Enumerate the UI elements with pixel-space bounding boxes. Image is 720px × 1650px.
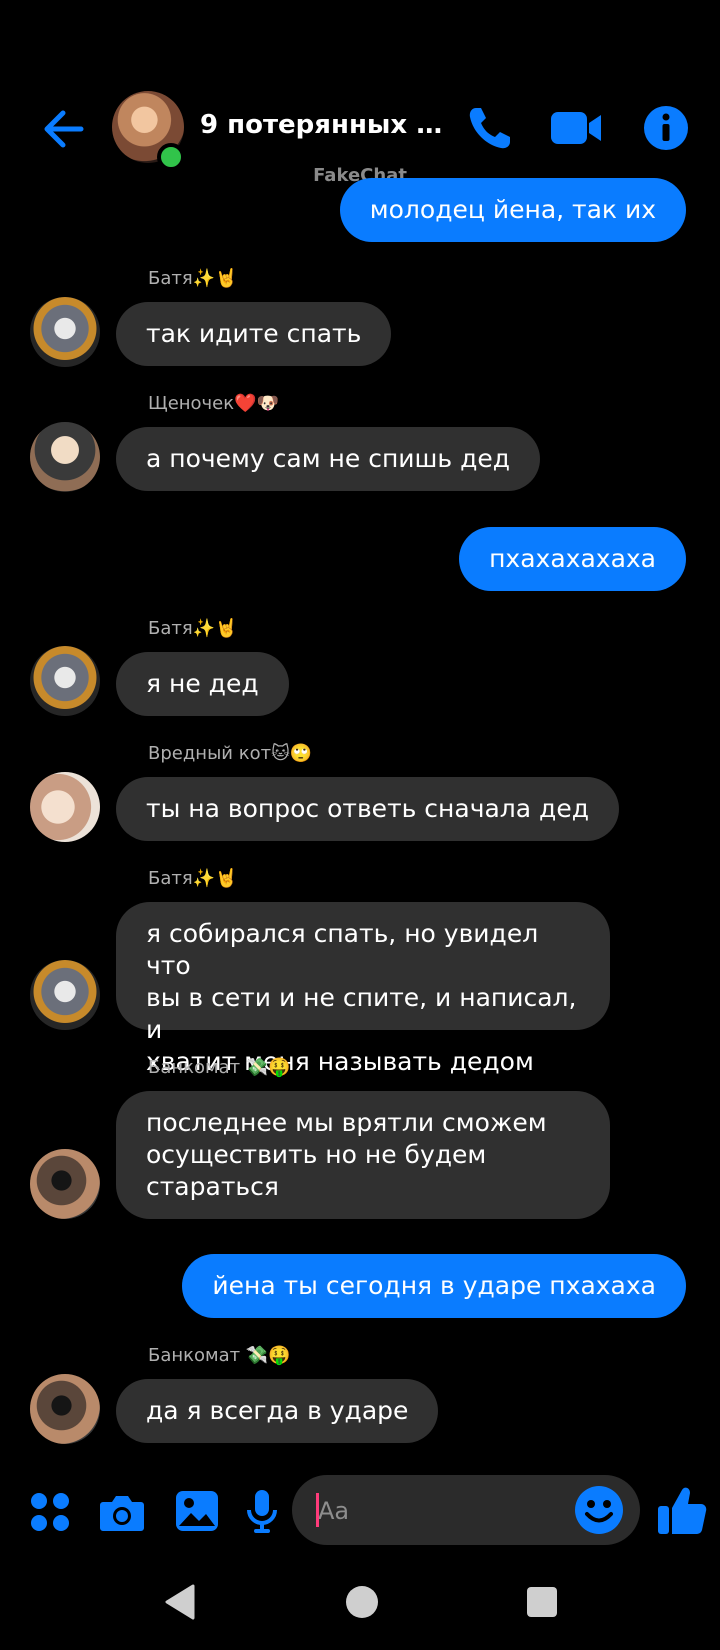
thumbs-up-icon [658,1487,707,1534]
incoming-message[interactable]: последнее мы врятли сможем осуществить н… [116,1091,610,1219]
incoming-message[interactable]: ты на вопрос ответь сначала дед [116,777,620,841]
apps-grid-icon [31,1493,69,1531]
text-cursor [316,1493,319,1527]
phone-icon [469,108,510,149]
sender-name: Банкомат 💸🤑 [148,1057,291,1078]
like-button[interactable] [654,1480,710,1540]
sender-name: Батя✨🤘 [148,868,238,889]
image-icon [176,1491,218,1531]
video-call-button[interactable] [545,102,607,154]
info-icon [644,106,688,150]
avatar[interactable] [30,646,100,716]
camera-icon [100,1496,144,1531]
incoming-message[interactable]: так идите спать [116,302,392,366]
outgoing-message[interactable]: молодец йена, так их [339,178,686,242]
message-input[interactable] [316,1475,560,1547]
incoming-message[interactable]: я не дед [116,652,289,716]
avatar[interactable] [30,772,100,842]
message-line: последнее мы врятли сможем [146,1108,547,1137]
message-field[interactable] [292,1475,640,1547]
avatar[interactable] [30,1374,100,1444]
microphone-icon [247,1490,277,1533]
message-line: вы в сети и не спите, и написал, и [146,983,577,1044]
message-line: осуществить но не будем [146,1140,487,1169]
sender-name: Банкомат 💸🤑 [148,1345,291,1366]
message-line: стараться [146,1172,279,1201]
avatar[interactable] [30,1149,100,1219]
video-camera-icon [551,112,601,144]
square-recents-icon [527,1587,557,1617]
system-navigation-bar [0,1560,720,1650]
apps-button[interactable] [28,1490,72,1534]
gallery-button[interactable] [172,1486,222,1536]
sender-name: Щеночек❤️🐶 [148,393,279,414]
triangle-back-icon [165,1584,195,1620]
voice-message-button[interactable] [244,1486,280,1536]
info-button[interactable] [640,102,692,154]
circle-home-icon [346,1586,378,1618]
camera-button[interactable] [98,1488,146,1536]
arrow-left-icon [44,110,84,148]
emoji-icon [575,1486,623,1534]
back-button[interactable] [38,104,88,154]
chat-title[interactable]: 9 потерянных де... [200,110,455,140]
emoji-button[interactable] [574,1485,624,1535]
sender-name: Батя✨🤘 [148,268,238,289]
chat-header: 9 потерянных де... FakeChat [0,0,720,200]
incoming-message[interactable]: да я всегда в ударе [116,1379,439,1443]
message-composer [0,1470,720,1550]
incoming-message[interactable]: я собирался спать, но увидел что вы в се… [116,902,610,1076]
outgoing-message[interactable]: йена ты сегодня в ударе пхахаха [182,1254,686,1318]
avatar[interactable] [30,960,100,1030]
sender-name: Батя✨🤘 [148,618,238,639]
call-button[interactable] [460,100,520,156]
avatar[interactable] [30,422,100,492]
nav-recents-button[interactable] [522,1580,562,1624]
nav-back-button[interactable] [160,1580,200,1624]
incoming-message[interactable]: а почему сам не спишь дед [116,427,541,491]
nav-home-button[interactable] [342,1580,382,1624]
sender-name: Вредный кот🐱🙄 [148,743,313,764]
message-line: я собирался спать, но увидел что [146,919,539,980]
avatar[interactable] [30,297,100,367]
outgoing-message[interactable]: пхахахахаха [459,527,686,591]
